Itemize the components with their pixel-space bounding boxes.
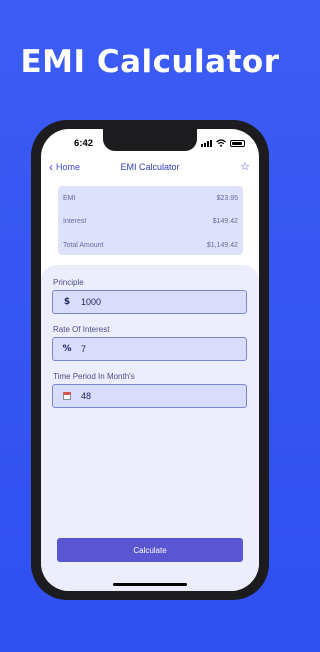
nav-bar: ‹ Home EMI Calculator ☆: [41, 159, 259, 179]
nav-title: EMI Calculator: [120, 162, 180, 172]
headline: EMI Calculator: [20, 44, 280, 80]
summary-label: EMI: [63, 195, 76, 202]
summary-label: Interest: [63, 218, 87, 225]
principle-value: 1000: [81, 297, 102, 307]
notch: [103, 129, 197, 151]
rate-value: 7: [81, 344, 87, 354]
calendar-icon: [56, 392, 78, 400]
home-indicator: [113, 583, 187, 586]
status-time: 6:42: [74, 138, 94, 149]
signal-icon: [201, 139, 212, 147]
summary-label: Total Amount: [63, 242, 104, 249]
battery-icon: [230, 139, 245, 147]
app-screen: 6:42 ‹ Home EMI Calculator ☆ EMI $23.95 …: [41, 129, 259, 591]
summary-row-interest: Interest $149.42: [63, 218, 238, 232]
summary-row-emi: EMI $23.95: [63, 195, 238, 209]
rate-input[interactable]: % 7: [52, 337, 247, 361]
summary-value: $23.95: [216, 195, 238, 202]
phone-frame: 6:42 ‹ Home EMI Calculator ☆ EMI $23.95 …: [31, 120, 269, 600]
principle-input[interactable]: $ 1000: [52, 290, 247, 314]
rate-label: Rate Of Interest: [53, 325, 110, 334]
summary-value: $1,149.42: [206, 242, 238, 249]
summary-card: EMI $23.95 Interest $149.42 Total Amount…: [58, 186, 243, 255]
time-input[interactable]: 48: [52, 384, 247, 408]
time-label: Time Period In Month's: [53, 372, 135, 381]
star-icon[interactable]: ☆: [240, 160, 250, 173]
wifi-icon: [216, 139, 226, 147]
summary-value: $149.42: [212, 218, 238, 225]
principle-label: Principle: [53, 278, 84, 287]
status-icons: [201, 139, 245, 147]
dollar-icon: $: [63, 297, 71, 307]
time-value: 48: [81, 391, 92, 401]
percent-icon: %: [62, 344, 72, 354]
summary-row-total: Total Amount $1,149.42: [63, 242, 238, 256]
calculate-button[interactable]: Calculate: [57, 538, 243, 562]
